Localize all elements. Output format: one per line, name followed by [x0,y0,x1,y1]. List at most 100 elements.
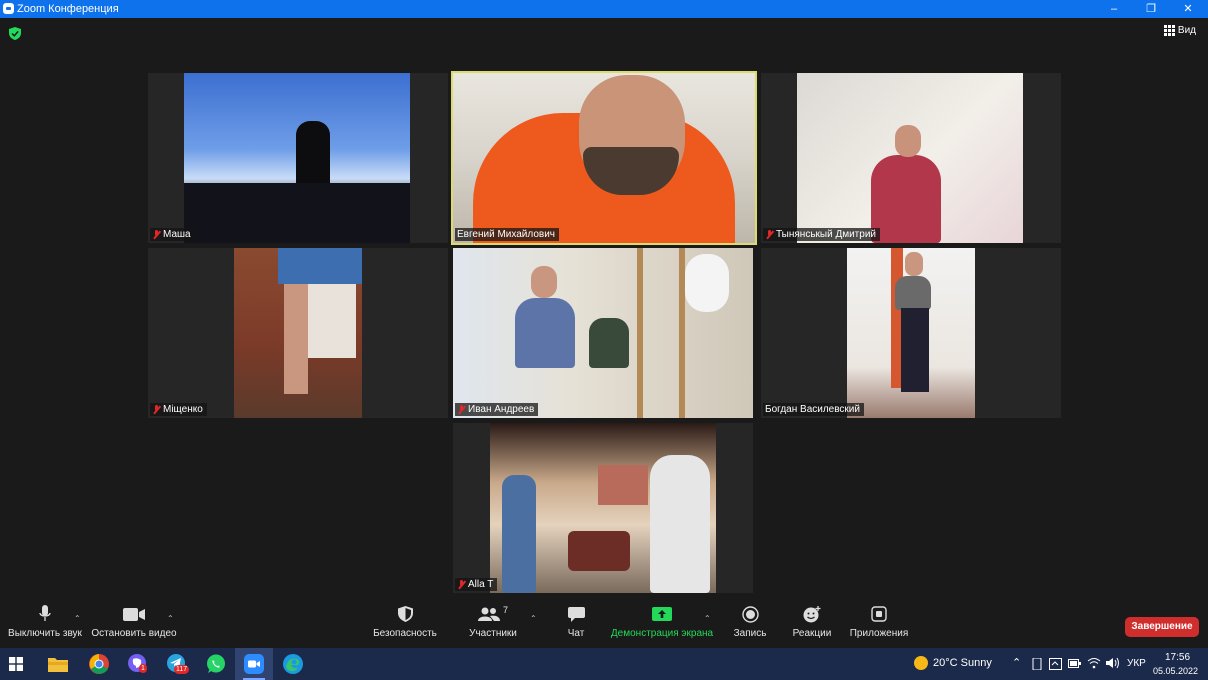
participant-tile-ivan[interactable]: Иван Андреев [453,248,753,418]
participant-video [453,248,753,418]
share-screen-label: Демонстрация экрана [610,628,714,639]
mic-muted-icon [152,404,161,415]
record-icon [741,605,759,623]
participant-video [184,73,410,243]
security-label: Безопасность [373,628,437,639]
microphone-icon [39,605,51,621]
audio-options-caret-icon[interactable]: ⌃ [74,614,81,623]
security-shield-icon [397,606,413,622]
volume-icon[interactable] [1106,657,1120,669]
stop-video-label: Остановить видео [91,628,177,639]
participant-tile-mishchenko[interactable]: Міщенко [148,248,448,418]
weather-text: 20°C Sunny [933,657,992,669]
security-button[interactable]: Безопасность [370,600,440,648]
battery-icon[interactable] [1068,659,1081,668]
participant-name-label: Alla T [455,578,498,591]
title-bar: Zoom Конференция – ❐ ✕ [0,0,1208,18]
window-title: Zoom Конференция [17,3,119,15]
input-language-indicator[interactable]: УКР [1127,658,1146,669]
mute-button[interactable]: Выключить звук [4,600,86,648]
weather-widget[interactable]: 20°C Sunny [914,656,992,670]
record-button[interactable]: Запись [728,600,772,648]
participant-name: Евгений Михайлович [457,229,556,240]
participant-video [797,73,1023,243]
participant-name-label: Богдан Василевский [763,403,864,416]
participant-tile-masha[interactable]: Маша [148,73,448,243]
participant-name: Маша [163,229,191,240]
participants-options-caret-icon[interactable]: ⌃ [530,614,537,623]
mic-muted-icon [152,229,161,240]
participant-name: Богдан Василевский [765,404,860,415]
chat-bubble-icon [567,606,585,622]
zoom-logo-icon [3,3,14,14]
wifi-icon[interactable] [1087,657,1101,669]
participants-label: Участники [469,628,517,639]
reactions-smiley-icon [803,605,821,622]
viber-badge: 1 [139,664,147,673]
windows-start-icon[interactable] [9,657,23,671]
chat-label: Чат [567,628,585,639]
sun-icon [914,656,928,670]
mic-muted-icon [457,579,466,590]
grid-view-icon [1163,25,1175,36]
file-explorer-icon[interactable] [48,656,68,672]
participant-name-label: Міщенко [150,403,207,416]
windows-taskbar: 1 117 20°C Sunny ⌃ УКР 17:56 05.05.2022 [0,648,1208,680]
telegram-badge: 117 [174,665,190,674]
share-screen-icon [652,607,672,621]
participant-video [453,73,755,243]
device-icon[interactable] [1031,658,1043,670]
participant-name: Иван Андреев [468,404,535,415]
participant-name: Міщенко [163,404,203,415]
maximize-button[interactable]: ❐ [1133,0,1169,18]
participant-name-label: Иван Андреев [455,403,539,416]
mute-label: Выключить звук [8,628,82,639]
telegram-taskbar-button[interactable]: 117 [166,653,190,675]
reactions-label: Реакции [792,628,832,639]
participant-tile-evgeniy[interactable]: Евгений Михайлович [451,71,757,245]
participant-tile-bogdan[interactable]: Богдан Василевский [761,248,1061,418]
participants-count: 7 [502,605,508,615]
record-label: Запись [733,628,767,639]
participants-icon [477,607,500,621]
clock-time[interactable]: 17:56 [1165,652,1190,663]
participant-video [234,248,362,418]
participant-name-label: Тынянськый Дмитрий [763,228,880,241]
participant-name: Alla T [468,579,494,590]
zoom-taskbar-button[interactable] [235,648,273,680]
share-options-caret-icon[interactable]: ⌃ [704,614,711,623]
close-button[interactable]: ✕ [1170,0,1206,18]
meeting-toolbar: Выключить звук ⌃ Остановить видео ⌃ Безо… [0,600,1208,648]
video-options-caret-icon[interactable]: ⌃ [167,614,174,623]
video-camera-icon [123,607,145,621]
clock-date[interactable]: 05.05.2022 [1153,666,1198,676]
whatsapp-icon[interactable] [205,653,227,675]
participant-name: Тынянськый Дмитрий [776,229,876,240]
minimize-button[interactable]: – [1096,0,1132,18]
participant-video [490,423,716,593]
chrome-icon[interactable] [88,653,110,675]
apps-label: Приложения [849,628,909,639]
chat-button[interactable]: Чат [558,600,594,648]
participant-tile-alla[interactable]: Alla T [453,423,753,593]
view-button-label: Вид [1177,25,1196,36]
mic-muted-icon [457,404,466,415]
end-meeting-button[interactable]: Завершение [1125,617,1199,637]
apps-icon [871,606,887,622]
view-button[interactable]: Вид [1163,25,1196,36]
encryption-shield-icon[interactable] [9,27,21,40]
mic-muted-icon [765,229,774,240]
show-hidden-icons-chevron-icon[interactable]: ⌃ [1012,656,1021,669]
stop-video-button[interactable]: Остановить видео [90,600,178,648]
participant-video [847,248,975,418]
share-screen-button[interactable]: Демонстрация экрана [608,600,716,648]
network-status-icon[interactable] [1049,658,1062,670]
apps-button[interactable]: Приложения [848,600,910,648]
edge-browser-icon[interactable] [282,653,304,675]
reactions-button[interactable]: Реакции [788,600,836,648]
participant-tile-dmitriy[interactable]: Тынянськый Дмитрий [761,73,1061,243]
viber-taskbar-button[interactable]: 1 [127,653,149,675]
participants-button[interactable]: 7 Участники [464,600,522,648]
participant-name-label: Маша [150,228,195,241]
zoom-icon [244,654,264,674]
